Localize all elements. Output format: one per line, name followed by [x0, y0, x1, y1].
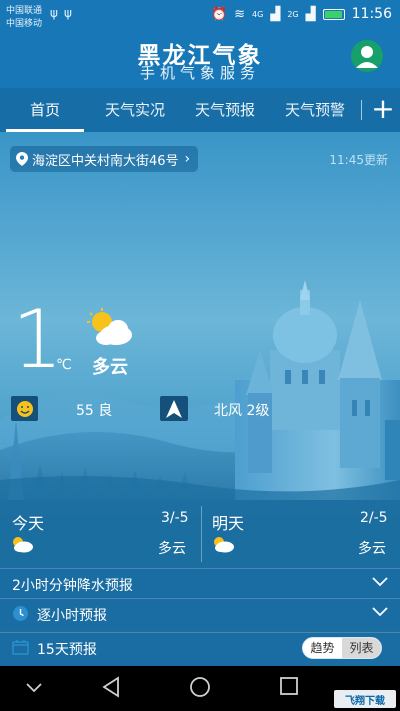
location-selector[interactable]: 海淀区中关村南大街46号 › [10, 146, 199, 172]
carrier-secondary: 中国移动 [6, 19, 43, 29]
system-nav-bar: 飞翔下载 [0, 666, 400, 711]
clock-icon [13, 606, 28, 621]
chevron-right-icon: › [184, 151, 191, 167]
clock: 11:56 [351, 6, 392, 22]
wind-direction-icon [166, 399, 182, 418]
smiley-icon [16, 400, 33, 417]
carrier-primary: 中国联通 [6, 6, 43, 16]
tomorrow-label: 明天 [212, 514, 245, 533]
forecast-divider [201, 506, 202, 562]
tab-forecast[interactable]: 天气预报 [180, 88, 270, 132]
fifteen-day-forecast-row[interactable]: 15天预报 趋势 列表 [0, 632, 400, 666]
wind-value: 北风 2级 [214, 403, 270, 419]
recents-icon[interactable] [279, 676, 299, 696]
temperature-unit: ℃ [56, 357, 72, 373]
watermark-logo: 飞翔下载 [334, 690, 396, 708]
signal-icon: ▟ [270, 6, 281, 22]
fifteen-day-forecast-label: 15天预报 [37, 642, 97, 658]
today-label: 今天 [12, 514, 45, 533]
tab-home[interactable]: 首页 [0, 88, 90, 132]
tab-divider [361, 100, 362, 120]
precip-forecast-label: 2小时分钟降水预报 [12, 578, 133, 594]
update-time: 11:45更新 [329, 153, 388, 167]
signal-icon-2: ▟ [305, 6, 316, 22]
battery-icon [322, 8, 345, 20]
user-icon [356, 46, 378, 68]
hourly-forecast-label: 逐小时预报 [37, 608, 107, 624]
tomorrow-temp: 2/-5 [360, 510, 388, 526]
wind-badge [160, 396, 188, 421]
wifi-icon: ≋ [234, 6, 246, 22]
app-subtitle: 手机气象服务 [139, 64, 260, 82]
chevron-down-icon[interactable] [26, 683, 42, 693]
today-condition: 多云 [158, 541, 186, 557]
partly-cloudy-icon [86, 308, 136, 352]
watermark-text: 飞翔下载 [345, 695, 385, 707]
hourly-forecast-row[interactable]: 逐小时预报 [0, 598, 400, 628]
trend-toggle[interactable]: 趋势 [303, 638, 342, 658]
tomorrow-cloudy-icon [211, 535, 235, 557]
location-pin-icon [16, 152, 28, 166]
tab-observations[interactable]: 天气实况 [90, 88, 180, 132]
signal-4g-label: 4G [252, 9, 264, 19]
chevron-down-icon [372, 577, 388, 587]
tomorrow-condition: 多云 [358, 541, 386, 557]
tab-bar: 首页 天气实况 天气预报 天气预警 + [0, 88, 400, 132]
aqi-badge [11, 396, 38, 421]
home-icon[interactable] [189, 676, 211, 698]
today-temp: 3/-5 [161, 510, 189, 526]
view-toggle: 趋势 列表 [302, 637, 382, 659]
back-icon[interactable] [101, 676, 121, 698]
calendar-icon [12, 640, 29, 655]
precip-forecast-row[interactable]: 2小时分钟降水预报 [0, 568, 400, 598]
today-cloudy-icon [10, 535, 34, 557]
usb-icon: ψ [50, 6, 58, 20]
forecast-panel: 今天 3/-5 多云 明天 2/-5 多云 [0, 500, 400, 568]
user-avatar-button[interactable] [351, 40, 383, 72]
aqi-value: 55 良 [76, 403, 113, 419]
signal-2g-label: 2G [287, 9, 299, 19]
status-bar: 中国联通 中国移动 ψ ψ ⏰ ≋ 4G ▟ 2G ▟ 11:56 [0, 0, 400, 30]
location-address: 海淀区中关村南大街46号 [32, 153, 179, 169]
chevron-down-icon [372, 607, 388, 617]
list-toggle[interactable]: 列表 [342, 638, 381, 658]
usb-debug-icon: ψ [64, 6, 72, 20]
add-tab-button[interactable]: + [366, 88, 400, 132]
current-condition: 多云 [92, 357, 128, 378]
alarm-icon: ⏰ [210, 6, 228, 22]
app-header: 黑龙江气象 手机气象服务 [0, 30, 400, 88]
tab-warnings[interactable]: 天气预警 [270, 88, 360, 132]
